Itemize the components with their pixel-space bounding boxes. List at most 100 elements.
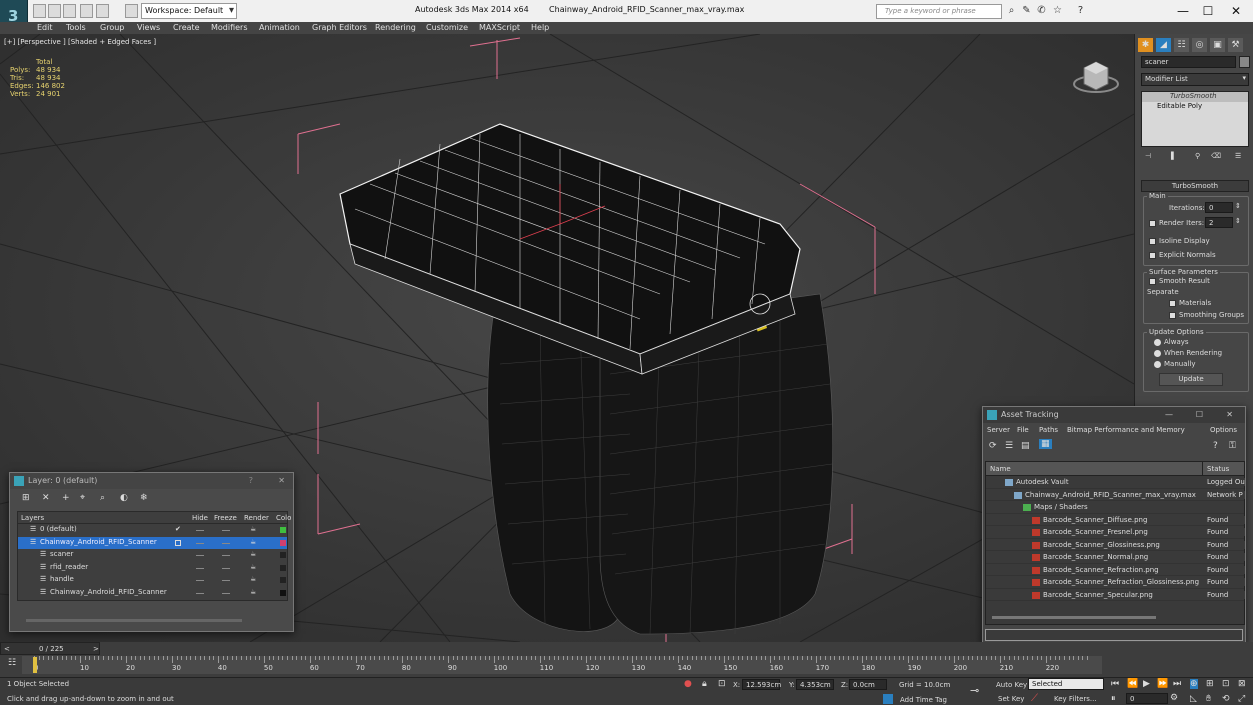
asset-row[interactable]: Autodesk Vault Logged Ou [986, 476, 1245, 489]
menu-modifiers[interactable]: Modifiers [211, 22, 248, 34]
layer-hide-toggle[interactable] [196, 555, 204, 556]
add-to-layer-icon[interactable]: + [62, 493, 70, 503]
redo-icon[interactable] [96, 4, 109, 18]
col-status[interactable]: Status [1207, 465, 1229, 473]
asset-row[interactable]: Barcode_Scanner_Specular.png Found [986, 589, 1245, 601]
key-filters-button[interactable]: Key Filters... [1054, 695, 1097, 703]
col-layers[interactable]: Layers [21, 514, 44, 522]
horizontal-scrollbar[interactable] [26, 619, 242, 622]
layer-freeze-toggle[interactable] [222, 555, 230, 556]
mini-curve-editor-icon[interactable]: ☷ [8, 658, 16, 668]
z-coordinate-field[interactable]: 0.0cm [849, 679, 887, 690]
layer-color-swatch[interactable] [280, 564, 286, 571]
minimize-button[interactable]: — [1165, 407, 1173, 423]
close-button[interactable]: ✕ [1226, 407, 1233, 423]
pan-icon[interactable]: ✋︎ [1206, 694, 1211, 704]
asset-row[interactable]: Barcode_Scanner_Diffuse.png Found [986, 514, 1245, 526]
asset-row[interactable]: Maps / Shaders [986, 501, 1244, 514]
table-view-icon[interactable]: ▦ [1039, 439, 1052, 449]
layer-hide-toggle[interactable] [196, 592, 204, 594]
menu-customize[interactable]: Customize [426, 22, 468, 34]
asset-window-titlebar[interactable]: Asset Tracking — ☐ ✕ [983, 407, 1245, 423]
asset-row[interactable]: Chainway_Android_RFID_Scanner_max_vray.m… [986, 489, 1245, 501]
object-color-swatch[interactable] [1239, 56, 1250, 68]
search-input[interactable]: Type a keyword or phrase [876, 4, 1002, 19]
menu-edit[interactable]: Edit [37, 22, 53, 34]
time-slider-prev-icon[interactable]: < [4, 645, 10, 653]
make-unique-icon[interactable]: ⚲ [1195, 152, 1200, 160]
layer-freeze-toggle[interactable] [222, 542, 230, 544]
binoculars-icon[interactable]: ⌕ [1006, 5, 1017, 16]
layer-row[interactable]: ☰ handle ☕︎ [18, 574, 287, 587]
refresh-icon[interactable]: ⟳ [989, 441, 997, 451]
minimize-button[interactable]: — [1172, 2, 1194, 20]
menu-create[interactable]: Create [173, 22, 200, 34]
manually-radio[interactable] [1154, 361, 1161, 368]
layer-hide-toggle[interactable] [196, 567, 204, 569]
field-of-view-icon[interactable]: ◺ [1190, 694, 1197, 704]
vault-icon[interactable]: ⚿ [1229, 441, 1236, 451]
next-frame-icon[interactable]: ⏩ [1157, 679, 1168, 689]
object-name-field[interactable]: scaner [1141, 56, 1236, 68]
viewport-label[interactable]: [+] [Perspective ] [Shaded + Edged Faces… [4, 38, 156, 46]
save-file-icon[interactable] [63, 4, 76, 18]
display-tab-icon[interactable]: ▣ [1210, 38, 1225, 52]
maximize-button[interactable]: ☐ [1197, 2, 1219, 20]
list-view-icon[interactable]: ☰ [1005, 441, 1013, 451]
menu-views[interactable]: Views [137, 22, 160, 34]
render-iters-checkbox[interactable] [1149, 220, 1156, 227]
close-button[interactable]: ✕ [278, 473, 285, 489]
explicit-normals-checkbox[interactable] [1149, 252, 1156, 259]
asset-menu-file[interactable]: File [1017, 426, 1029, 434]
highlight-selected-icon[interactable]: ⌕ [100, 493, 105, 503]
layer-color-swatch[interactable] [280, 589, 286, 596]
zoom-extents-icon[interactable]: ⊡ [1222, 679, 1230, 689]
current-frame-marker[interactable] [33, 657, 37, 673]
layer-freeze-toggle[interactable] [222, 592, 230, 594]
menu-group[interactable]: Group [100, 22, 124, 34]
render-teapot-icon[interactable]: ☕︎ [250, 550, 256, 558]
layer-color-swatch[interactable] [280, 527, 286, 533]
col-color[interactable]: Colo [276, 514, 291, 522]
render-teapot-icon[interactable]: ☕︎ [250, 525, 256, 533]
spinner-arrows-icon[interactable]: ⇕ [1235, 202, 1241, 210]
close-button[interactable]: ✕ [1225, 2, 1247, 20]
iterations-spinner[interactable]: 0 [1205, 202, 1233, 213]
layer-freeze-toggle[interactable] [222, 530, 230, 531]
go-to-start-icon[interactable]: ⏮ [1111, 679, 1119, 689]
pin-stack-icon[interactable]: ⊣ [1145, 152, 1151, 160]
maximize-button[interactable]: ☐ [1196, 407, 1203, 423]
column-divider[interactable] [1202, 462, 1203, 476]
key-mode-icon[interactable]: ⏸ [1111, 694, 1116, 704]
layer-row[interactable]: ☰ scaner ☕︎ [18, 549, 287, 562]
layer-row[interactable]: ☰ 0 (default) ☕︎ ✔ [18, 524, 287, 537]
turbosmooth-rollout-header[interactable]: TurboSmooth [1141, 180, 1249, 192]
asset-menu-bitmap[interactable]: Bitmap Performance and Memory [1067, 426, 1185, 434]
project-folder-icon[interactable] [125, 4, 138, 18]
time-slider[interactable]: < 0 / 225 > [0, 642, 100, 655]
stack-item-editable-poly[interactable]: Editable Poly [1142, 102, 1248, 112]
add-selection-icon[interactable] [175, 539, 181, 546]
col-name[interactable]: Name [990, 465, 1011, 473]
hide-all-icon[interactable]: ◐ [120, 493, 128, 503]
render-teapot-icon[interactable]: ☕︎ [250, 575, 256, 583]
menu-tools[interactable]: Tools [66, 22, 86, 34]
communication-icon[interactable]: ✆ [1036, 5, 1047, 16]
show-end-result-icon[interactable]: ▌ [1171, 152, 1176, 160]
utilities-tab-icon[interactable]: ⚒ [1228, 38, 1243, 52]
layer-freeze-toggle[interactable] [222, 567, 230, 569]
set-key-button[interactable]: Set Key [998, 695, 1024, 703]
workspace-dropdown[interactable]: Workspace: Default [141, 3, 237, 19]
auto-key-button[interactable]: Auto Key [996, 681, 1027, 689]
help-icon[interactable]: ? [1075, 5, 1086, 16]
time-tag-icon[interactable] [883, 694, 893, 704]
render-teapot-icon[interactable]: ☕︎ [250, 538, 256, 546]
time-slider-next-icon[interactable]: > [93, 645, 99, 653]
play-icon[interactable]: ▶ [1143, 679, 1150, 689]
asset-menu-server[interactable]: Server [987, 426, 1010, 434]
horizontal-scrollbar[interactable] [992, 616, 1156, 619]
asset-row[interactable]: Barcode_Scanner_Glossiness.png Found [986, 539, 1245, 551]
select-objects-icon[interactable]: ⌖ [80, 493, 85, 503]
motion-tab-icon[interactable]: ◎ [1192, 38, 1207, 52]
remove-modifier-icon[interactable]: ⌫ [1211, 152, 1221, 160]
